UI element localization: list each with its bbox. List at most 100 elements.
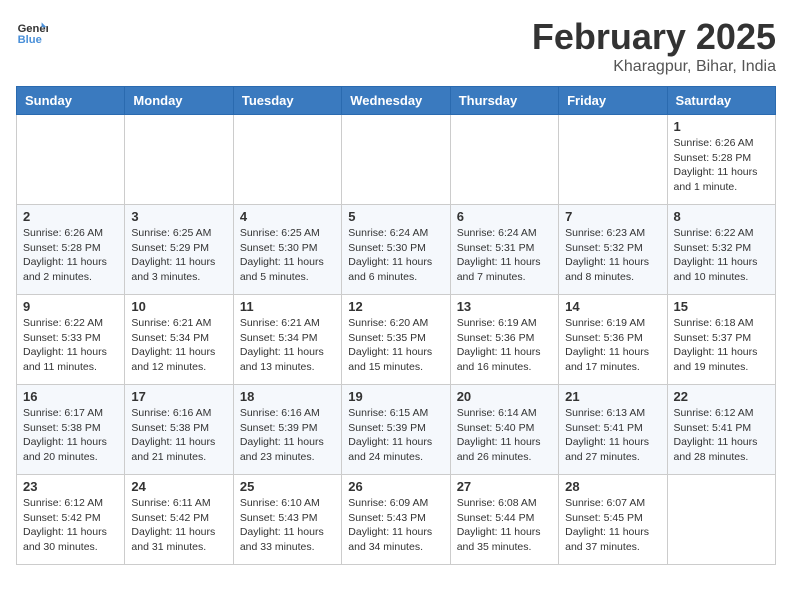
day-cell [233, 115, 341, 205]
weekday-tuesday: Tuesday [233, 87, 341, 115]
day-info: Sunrise: 6:08 AM Sunset: 5:44 PM Dayligh… [457, 496, 552, 555]
day-number: 6 [457, 209, 552, 224]
logo-icon: General Blue [16, 16, 48, 48]
day-info: Sunrise: 6:14 AM Sunset: 5:40 PM Dayligh… [457, 406, 552, 465]
day-cell [559, 115, 667, 205]
day-number: 27 [457, 479, 552, 494]
weekday-saturday: Saturday [667, 87, 775, 115]
day-cell: 2 Sunrise: 6:26 AM Sunset: 5:28 PM Daylig… [17, 205, 125, 295]
day-info: Sunrise: 6:25 AM Sunset: 5:29 PM Dayligh… [131, 226, 226, 285]
day-info: Sunrise: 6:18 AM Sunset: 5:37 PM Dayligh… [674, 316, 769, 375]
day-info: Sunrise: 6:26 AM Sunset: 5:28 PM Dayligh… [23, 226, 118, 285]
day-cell: 27 Sunrise: 6:08 AM Sunset: 5:44 PM Dayli… [450, 475, 558, 565]
day-cell [125, 115, 233, 205]
day-cell: 8Sunrise: 6:22 AM Sunset: 5:32 PM Daylig… [667, 205, 775, 295]
day-number: 10 [131, 299, 226, 314]
weekday-wednesday: Wednesday [342, 87, 450, 115]
day-cell: 13 Sunrise: 6:19 AM Sunset: 5:36 PM Dayli… [450, 295, 558, 385]
day-cell: 24 Sunrise: 6:11 AM Sunset: 5:42 PM Dayli… [125, 475, 233, 565]
day-cell [17, 115, 125, 205]
day-number: 4 [240, 209, 335, 224]
day-number: 8 [674, 209, 769, 224]
day-number: 22 [674, 389, 769, 404]
day-number: 3 [131, 209, 226, 224]
day-cell: 20 Sunrise: 6:14 AM Sunset: 5:40 PM Dayli… [450, 385, 558, 475]
day-info: Sunrise: 6:24 AM Sunset: 5:31 PM Dayligh… [457, 226, 552, 285]
day-cell: 18 Sunrise: 6:16 AM Sunset: 5:39 PM Dayli… [233, 385, 341, 475]
day-info: Sunrise: 6:19 AM Sunset: 5:36 PM Dayligh… [565, 316, 660, 375]
day-cell: 26Sunrise: 6:09 AM Sunset: 5:43 PM Dayli… [342, 475, 450, 565]
day-cell: 23 Sunrise: 6:12 AM Sunset: 5:42 PM Dayli… [17, 475, 125, 565]
weekday-header-row: SundayMondayTuesdayWednesdayThursdayFrid… [17, 87, 776, 115]
day-info: Sunrise: 6:21 AM Sunset: 5:34 PM Dayligh… [131, 316, 226, 375]
title-area: February 2025 Kharagpur, Bihar, India [532, 16, 776, 76]
header: General Blue February 2025 Kharagpur, Bi… [16, 16, 776, 76]
day-number: 5 [348, 209, 443, 224]
day-info: Sunrise: 6:26 AM Sunset: 5:28 PM Dayligh… [674, 136, 769, 195]
weekday-thursday: Thursday [450, 87, 558, 115]
day-info: Sunrise: 6:10 AM Sunset: 5:43 PM Dayligh… [240, 496, 335, 555]
day-cell: 21Sunrise: 6:13 AM Sunset: 5:41 PM Dayli… [559, 385, 667, 475]
day-number: 28 [565, 479, 660, 494]
day-cell: 15 Sunrise: 6:18 AM Sunset: 5:37 PM Dayli… [667, 295, 775, 385]
weekday-sunday: Sunday [17, 87, 125, 115]
day-number: 12 [348, 299, 443, 314]
day-number: 2 [23, 209, 118, 224]
day-info: Sunrise: 6:21 AM Sunset: 5:34 PM Dayligh… [240, 316, 335, 375]
day-number: 24 [131, 479, 226, 494]
day-cell: 19Sunrise: 6:15 AM Sunset: 5:39 PM Dayli… [342, 385, 450, 475]
week-row-5: 23 Sunrise: 6:12 AM Sunset: 5:42 PM Dayli… [17, 475, 776, 565]
day-info: Sunrise: 6:16 AM Sunset: 5:38 PM Dayligh… [131, 406, 226, 465]
day-number: 11 [240, 299, 335, 314]
day-info: Sunrise: 6:20 AM Sunset: 5:35 PM Dayligh… [348, 316, 443, 375]
day-cell: 12 Sunrise: 6:20 AM Sunset: 5:35 PM Dayli… [342, 295, 450, 385]
day-cell [450, 115, 558, 205]
day-cell: 7 Sunrise: 6:23 AM Sunset: 5:32 PM Daylig… [559, 205, 667, 295]
day-cell: 16Sunrise: 6:17 AM Sunset: 5:38 PM Dayli… [17, 385, 125, 475]
day-number: 23 [23, 479, 118, 494]
day-cell: 25 Sunrise: 6:10 AM Sunset: 5:43 PM Dayli… [233, 475, 341, 565]
day-cell: 4 Sunrise: 6:25 AM Sunset: 5:30 PM Daylig… [233, 205, 341, 295]
calendar-table: SundayMondayTuesdayWednesdayThursdayFrid… [16, 86, 776, 565]
day-number: 16 [23, 389, 118, 404]
week-row-4: 16Sunrise: 6:17 AM Sunset: 5:38 PM Dayli… [17, 385, 776, 475]
day-cell: 1 Sunrise: 6:26 AM Sunset: 5:28 PM Daylig… [667, 115, 775, 205]
day-cell: 14 Sunrise: 6:19 AM Sunset: 5:36 PM Dayli… [559, 295, 667, 385]
day-number: 14 [565, 299, 660, 314]
day-number: 13 [457, 299, 552, 314]
day-number: 18 [240, 389, 335, 404]
day-cell: 22 Sunrise: 6:12 AM Sunset: 5:41 PM Dayli… [667, 385, 775, 475]
weekday-friday: Friday [559, 87, 667, 115]
day-info: Sunrise: 6:23 AM Sunset: 5:32 PM Dayligh… [565, 226, 660, 285]
day-cell: 10 Sunrise: 6:21 AM Sunset: 5:34 PM Dayli… [125, 295, 233, 385]
day-cell: 17 Sunrise: 6:16 AM Sunset: 5:38 PM Dayli… [125, 385, 233, 475]
day-info: Sunrise: 6:09 AM Sunset: 5:43 PM Dayligh… [348, 496, 443, 555]
day-cell: 6 Sunrise: 6:24 AM Sunset: 5:31 PM Daylig… [450, 205, 558, 295]
day-number: 9 [23, 299, 118, 314]
month-title: February 2025 [532, 16, 776, 58]
day-info: Sunrise: 6:25 AM Sunset: 5:30 PM Dayligh… [240, 226, 335, 285]
day-number: 20 [457, 389, 552, 404]
location-title: Kharagpur, Bihar, India [532, 58, 776, 76]
week-row-3: 9 Sunrise: 6:22 AM Sunset: 5:33 PM Daylig… [17, 295, 776, 385]
week-row-2: 2 Sunrise: 6:26 AM Sunset: 5:28 PM Daylig… [17, 205, 776, 295]
day-number: 17 [131, 389, 226, 404]
day-cell: 11 Sunrise: 6:21 AM Sunset: 5:34 PM Dayli… [233, 295, 341, 385]
day-number: 25 [240, 479, 335, 494]
day-info: Sunrise: 6:19 AM Sunset: 5:36 PM Dayligh… [457, 316, 552, 375]
week-row-1: 1 Sunrise: 6:26 AM Sunset: 5:28 PM Daylig… [17, 115, 776, 205]
day-info: Sunrise: 6:22 AM Sunset: 5:33 PM Dayligh… [23, 316, 118, 375]
weekday-monday: Monday [125, 87, 233, 115]
day-info: Sunrise: 6:11 AM Sunset: 5:42 PM Dayligh… [131, 496, 226, 555]
day-cell [667, 475, 775, 565]
day-info: Sunrise: 6:13 AM Sunset: 5:41 PM Dayligh… [565, 406, 660, 465]
day-number: 15 [674, 299, 769, 314]
logo: General Blue [16, 16, 48, 48]
day-cell: 3 Sunrise: 6:25 AM Sunset: 5:29 PM Daylig… [125, 205, 233, 295]
day-cell: 5Sunrise: 6:24 AM Sunset: 5:30 PM Daylig… [342, 205, 450, 295]
day-info: Sunrise: 6:16 AM Sunset: 5:39 PM Dayligh… [240, 406, 335, 465]
day-info: Sunrise: 6:12 AM Sunset: 5:41 PM Dayligh… [674, 406, 769, 465]
day-info: Sunrise: 6:12 AM Sunset: 5:42 PM Dayligh… [23, 496, 118, 555]
day-number: 7 [565, 209, 660, 224]
day-number: 1 [674, 119, 769, 134]
